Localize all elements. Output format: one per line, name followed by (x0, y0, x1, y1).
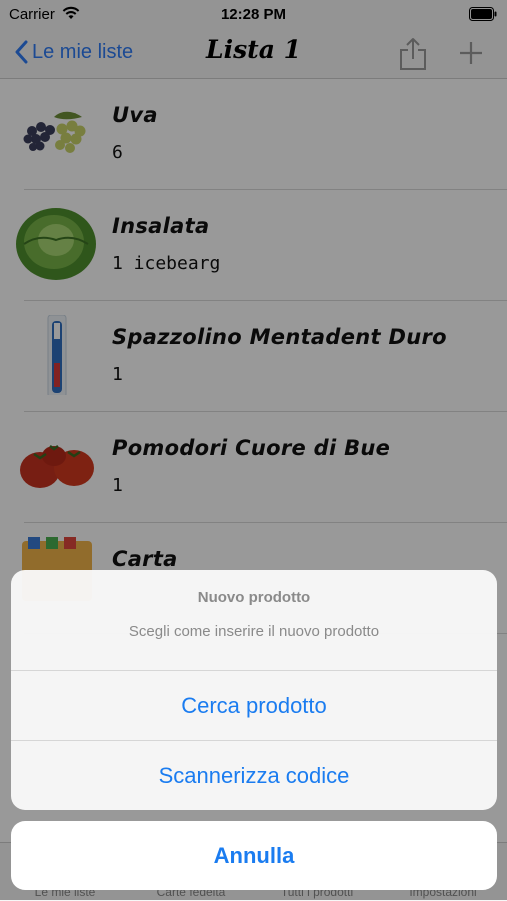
action-sheet-title: Nuovo prodotto (197, 589, 311, 606)
screen: Carrier 12:28 PM Le mie liste Lista 1 Uv… (0, 0, 507, 901)
cancel-button[interactable]: Annulla (11, 821, 497, 890)
action-sheet-message: Scegli come inserire il nuovo prodotto (128, 623, 380, 640)
scan-code-button[interactable]: Scannerizza codice (11, 741, 497, 810)
action-sheet: Nuovo prodotto Scegli come inserire il n… (11, 570, 497, 810)
search-product-button[interactable]: Cerca prodotto (11, 671, 497, 740)
